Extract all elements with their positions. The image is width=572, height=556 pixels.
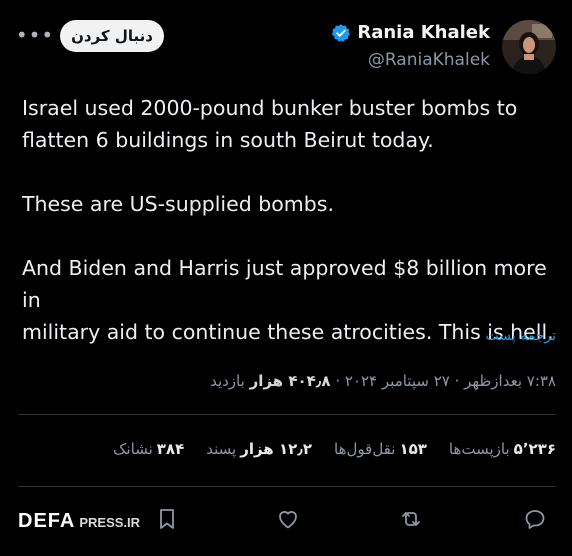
avatar[interactable] xyxy=(502,20,556,74)
tweet-line: military aid to continue these atrocitie… xyxy=(22,320,554,344)
tweet-line: These are US-supplied bombs. xyxy=(22,192,334,216)
tweet-date[interactable]: ۲۷ سپتامبر ۲۰۲۴ xyxy=(345,372,450,390)
meta-separator: · xyxy=(454,372,460,390)
repost-icon[interactable] xyxy=(396,504,426,534)
tweet-line: And Biden and Harris just approved $8 bi… xyxy=(22,256,547,312)
watermark: DEFA PRESS.IR xyxy=(18,510,140,533)
translate-post-link[interactable]: ترجمه پست xyxy=(486,328,556,344)
stat-reposts[interactable]: ۵٬۲۳۶بازپست‌ها xyxy=(449,440,556,458)
tweet-text: Israel used 2000-pound bunker buster bom… xyxy=(22,92,558,348)
follow-button[interactable]: دنبال کردن xyxy=(60,20,164,52)
tweet-time[interactable]: ۷:۳۸ بعدازظهر xyxy=(464,372,556,390)
tweet-meta: ۷:۳۸ بعدازظهر · ۲۷ سپتامبر ۲۰۲۴ · ۴۰۴٫۸ … xyxy=(210,372,556,390)
more-dots-icon[interactable]: ••• xyxy=(16,22,53,48)
like-icon[interactable] xyxy=(273,504,303,534)
verified-badge-icon xyxy=(332,23,351,42)
views-label: بازدید xyxy=(210,372,245,390)
tweet-stats: ۵٬۲۳۶بازپست‌ها ۱۵۳نقل‌قول‌ها ۱۲٫۲ هزارپس… xyxy=(113,440,556,458)
author-name: Rania Khalek xyxy=(357,22,490,43)
views-count: ۴۰۴٫۸ هزار xyxy=(249,372,331,390)
stat-quotes[interactable]: ۱۵۳نقل‌قول‌ها xyxy=(334,440,427,458)
bookmark-icon[interactable] xyxy=(152,504,182,534)
meta-separator: · xyxy=(335,372,341,390)
reply-icon[interactable] xyxy=(520,504,550,534)
stat-bookmarks[interactable]: ۳۸۴نشانک xyxy=(113,440,184,458)
tweet-line: Israel used 2000-pound bunker buster bom… xyxy=(22,96,518,120)
tweet-line: flatten 6 buildings in south Beirut toda… xyxy=(22,128,434,152)
watermark-site: PRESS.IR xyxy=(79,515,141,530)
author-handle[interactable]: @RaniaKhalek xyxy=(368,50,490,70)
profile-photo-icon xyxy=(502,20,556,74)
stat-likes[interactable]: ۱۲٫۲ هزارپسند xyxy=(206,440,312,458)
watermark-brand: DEFA xyxy=(18,510,76,532)
divider xyxy=(18,414,556,415)
tweet-header: ••• دنبال کردن Rania Khalek @RaniaKhalek xyxy=(0,0,572,90)
divider xyxy=(18,486,556,487)
author-name-row[interactable]: Rania Khalek xyxy=(331,22,490,43)
